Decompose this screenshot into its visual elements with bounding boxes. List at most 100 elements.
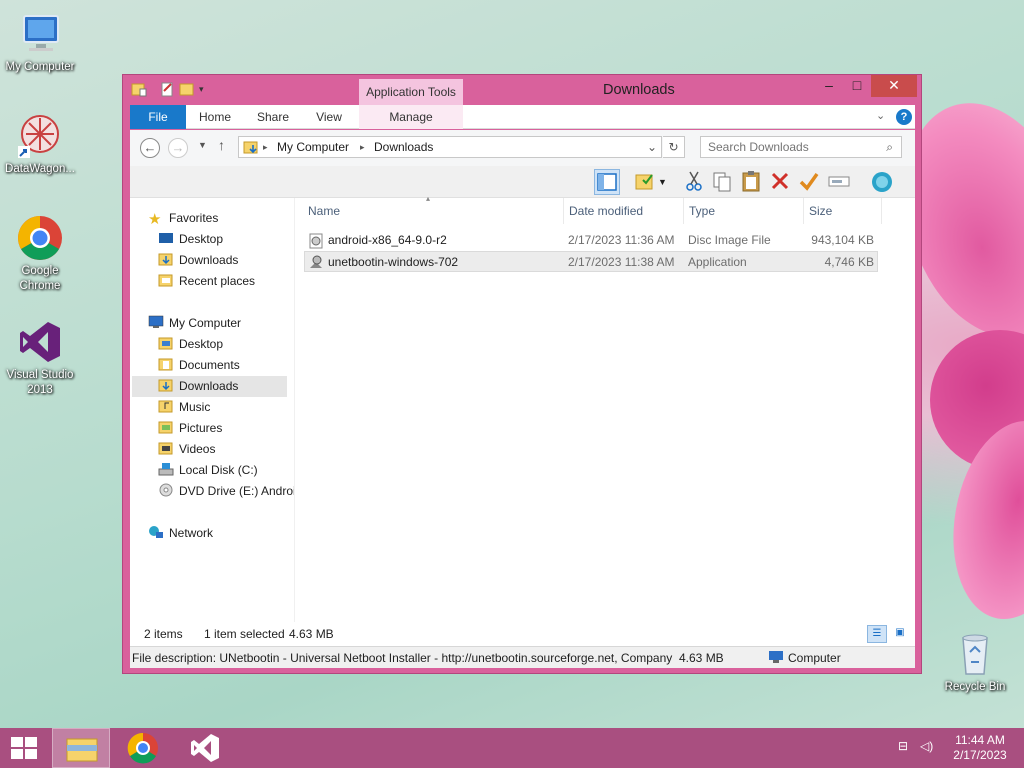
nav-videos[interactable]: Videos (158, 439, 294, 460)
search-box[interactable]: ⌕ (700, 136, 902, 158)
nav-label: Downloads (179, 253, 239, 267)
star-icon: ★ (148, 211, 162, 228)
nav-network[interactable]: Network (148, 523, 294, 544)
disc-image-icon (309, 233, 323, 249)
detail-location: Computer (788, 651, 841, 665)
folder-properties-icon[interactable] (131, 81, 147, 97)
videos-folder-icon (158, 442, 173, 455)
expand-ribbon-icon[interactable]: ⌄ (876, 109, 885, 122)
refresh-button[interactable]: ↻ (663, 136, 685, 158)
local-disk-icon (158, 463, 174, 476)
nav-label: Desktop (179, 232, 224, 246)
nav-favorites-downloads[interactable]: Downloads (158, 250, 294, 271)
start-button[interactable] (0, 728, 48, 768)
column-header-name[interactable]: Name (303, 198, 564, 224)
nav-label: Pictures (179, 421, 223, 435)
column-header-size[interactable]: Size (804, 198, 882, 224)
cut-icon[interactable] (682, 169, 708, 195)
address-dropdown-icon[interactable]: ⌄ (647, 140, 657, 154)
back-button[interactable]: ← (140, 138, 160, 158)
nav-desktop[interactable]: Desktop (158, 334, 294, 355)
clock[interactable]: 11:44 AM 2/17/2023 (944, 733, 1016, 763)
file-row[interactable]: unetbootin-windows-702 2/17/2023 11:38 A… (304, 251, 878, 272)
tab-file[interactable]: File (130, 105, 186, 129)
help-icon[interactable]: ? (896, 109, 912, 125)
pane-divider[interactable] (294, 198, 295, 622)
copy-icon[interactable] (710, 169, 736, 195)
rename-icon[interactable] (827, 169, 853, 195)
search-input[interactable] (701, 137, 873, 157)
up-button[interactable]: ↑ (218, 137, 225, 153)
breadcrumb-separator-icon[interactable]: ▸ (360, 142, 365, 153)
navigation-pane: ★ Favorites Desktop Downloads Recent plac… (130, 198, 294, 622)
desktop-folder-icon (158, 337, 173, 350)
application-tools-tab-group: Application Tools (359, 79, 463, 107)
desktop-icon-datawagon[interactable]: DataWagon... (0, 112, 80, 177)
nav-dvd-drive[interactable]: DVD Drive (E:) Android (158, 481, 294, 502)
desktop-icon-label: DataWagon... (5, 163, 75, 175)
nav-local-disk[interactable]: Local Disk (C:) (158, 460, 294, 481)
address-row: ← → ▼ ↑ ▸ My Computer ▸ Downloads ⌄ ↻ ⌕ (130, 130, 915, 166)
nav-my-computer[interactable]: My Computer (148, 313, 294, 334)
tab-home[interactable]: Home (192, 105, 238, 129)
breadcrumb-my-computer[interactable]: My Computer (277, 140, 349, 154)
taskbar-chrome[interactable] (114, 728, 172, 768)
nav-favorites[interactable]: ★ Favorites (148, 208, 294, 229)
tab-share[interactable]: Share (250, 105, 296, 129)
details-view-button[interactable]: ☰ (867, 625, 887, 643)
title-bar[interactable]: ▾ Application Tools Downloads – □ ✕ (123, 75, 921, 107)
documents-folder-icon (158, 358, 173, 371)
close-button[interactable]: ✕ (871, 75, 917, 97)
nav-documents[interactable]: Documents (158, 355, 294, 376)
nav-pictures[interactable]: Pictures (158, 418, 294, 439)
shell-icon[interactable] (870, 169, 896, 195)
select-icon[interactable] (797, 169, 823, 195)
nav-music[interactable]: Music (158, 397, 294, 418)
column-header-date-modified[interactable]: Date modified (564, 198, 684, 224)
desktop-icon-my-computer[interactable]: My Computer (0, 10, 80, 75)
file-explorer-icon (66, 738, 98, 762)
address-bar[interactable]: ▸ My Computer ▸ Downloads ⌄ (238, 136, 662, 158)
minimize-button[interactable]: – (815, 75, 843, 97)
taskbar-file-explorer[interactable] (52, 728, 110, 768)
file-row[interactable]: android-x86_64-9.0-r2 2/17/2023 11:36 AM… (304, 230, 878, 251)
new-item-dropdown-icon[interactable]: ▼ (658, 169, 670, 195)
forward-button[interactable]: → (168, 138, 188, 158)
desktop-icon-label: Recycle Bin (944, 681, 1006, 693)
customize-qat-icon[interactable]: ▾ (199, 84, 204, 95)
new-folder-icon[interactable] (179, 81, 195, 97)
properties-icon[interactable] (159, 81, 175, 97)
computer-icon (769, 651, 783, 663)
computer-icon (16, 10, 64, 58)
maximize-button[interactable]: □ (843, 75, 871, 97)
chrome-icon (16, 214, 64, 262)
tab-view[interactable]: View (306, 105, 352, 129)
desktop-icon-recycle-bin[interactable]: Recycle Bin (935, 630, 1015, 695)
paste-icon[interactable] (739, 169, 765, 195)
delete-icon[interactable] (768, 169, 794, 195)
breadcrumb-downloads[interactable]: Downloads (374, 140, 433, 154)
explorer-window: ▾ Application Tools Downloads – □ ✕ File… (122, 74, 922, 674)
pictures-folder-icon (158, 421, 173, 434)
large-icons-view-button[interactable]: ▣ (890, 625, 910, 643)
taskbar-visual-studio[interactable] (176, 728, 234, 768)
nav-recent-places[interactable]: Recent places (158, 271, 294, 292)
column-header-type[interactable]: Type (684, 198, 804, 224)
new-item-icon[interactable] (633, 169, 659, 195)
desktop-icon-chrome[interactable]: Google Chrome (0, 214, 80, 294)
volume-tray-icon[interactable]: ◁) (920, 739, 936, 755)
recent-locations-icon[interactable]: ▼ (198, 140, 207, 150)
breadcrumb-separator-icon[interactable]: ▸ (263, 142, 268, 153)
preview-pane-button[interactable] (594, 169, 620, 195)
ribbon-tabs: File Home Share View Manage ⌄ ? (130, 105, 915, 129)
recent-places-icon (158, 274, 173, 287)
details-bar: File description: UNetbootin - Universal… (130, 646, 915, 668)
network-tray-icon[interactable]: ⊟ (898, 739, 914, 755)
nav-favorites-desktop[interactable]: Desktop (158, 229, 294, 250)
search-icon[interactable]: ⌕ (886, 140, 893, 155)
nav-downloads[interactable]: Downloads (132, 376, 287, 397)
tab-manage[interactable]: Manage (359, 105, 463, 129)
desktop-icon-visual-studio[interactable]: Visual Studio 2013 (0, 318, 80, 398)
desktop-icon-label: My Computer (5, 61, 75, 73)
file-size: 943,104 KB (811, 233, 874, 247)
